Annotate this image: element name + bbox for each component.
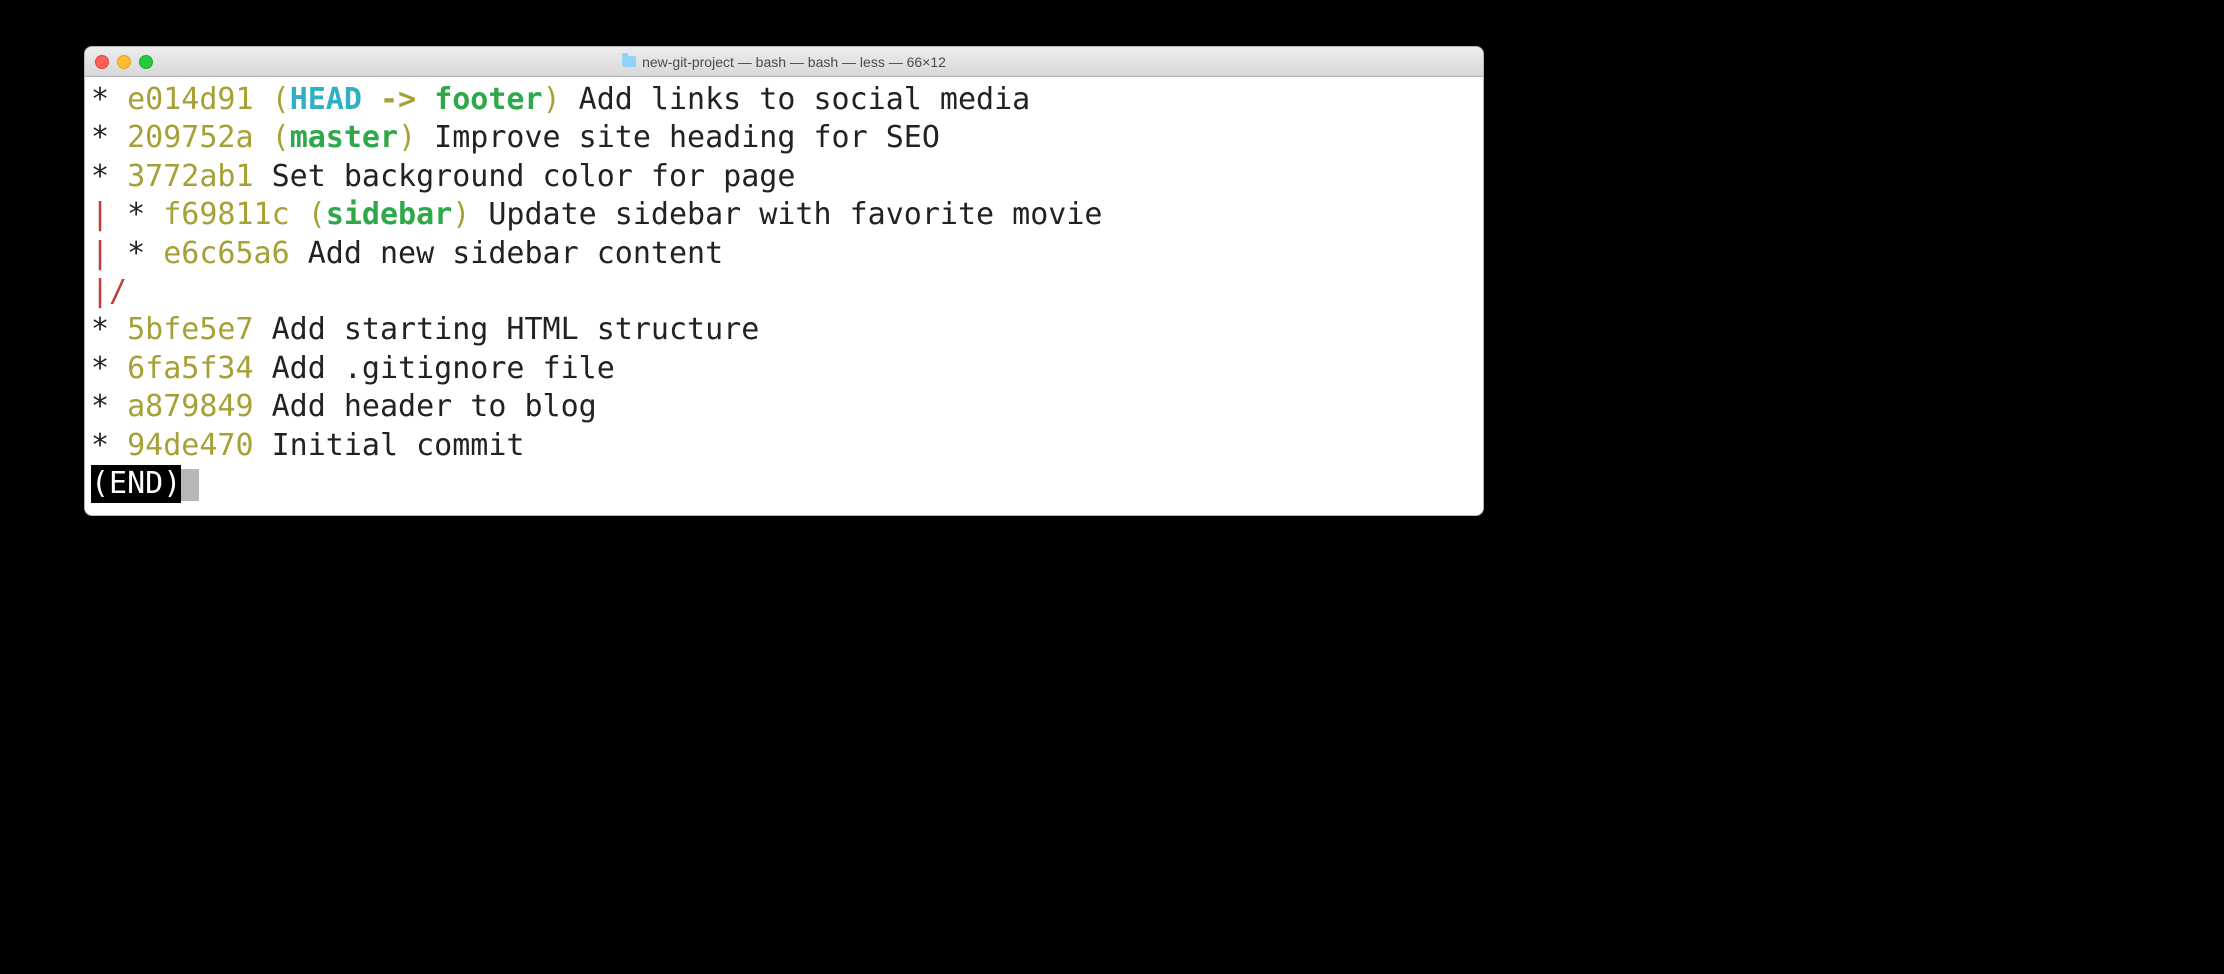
- log-line: * 94de470 Initial commit: [91, 427, 1477, 465]
- commit-message: Initial commit: [254, 428, 525, 463]
- window-controls: [95, 55, 153, 69]
- commit-hash: 5bfe5e7: [127, 312, 253, 347]
- log-line: | * f69811c (sidebar) Update sidebar wit…: [91, 196, 1477, 234]
- cursor: [181, 469, 199, 501]
- commit-message: Add .gitignore file: [254, 351, 615, 386]
- head-ref: HEAD: [290, 82, 362, 117]
- log-line: |/: [91, 273, 1477, 311]
- commit-hash: a879849: [127, 389, 253, 424]
- commit-hash: 94de470: [127, 428, 253, 463]
- log-line: * a879849 Add header to blog: [91, 388, 1477, 426]
- commit-message: Add links to social media: [561, 82, 1031, 117]
- arrow-icon: ->: [362, 82, 434, 117]
- commit-message: Add header to blog: [254, 389, 597, 424]
- refs-open: (: [254, 82, 290, 117]
- graph-mark: *: [91, 159, 127, 194]
- graph-mark: *: [91, 389, 127, 424]
- commit-message: Add new sidebar content: [290, 236, 723, 271]
- commit-message: Update sidebar with favorite movie: [470, 197, 1102, 232]
- refs-close: ): [452, 197, 470, 232]
- pager-end-marker: (END): [91, 465, 181, 503]
- log-line: * 5bfe5e7 Add starting HTML structure: [91, 311, 1477, 349]
- graph-branch-line: |: [91, 197, 109, 232]
- graph-mark: *: [109, 236, 163, 271]
- log-line: * 6fa5f34 Add .gitignore file: [91, 350, 1477, 388]
- window-title: new-git-project — bash — bash — less — 6…: [85, 54, 1483, 70]
- graph-mark: *: [91, 351, 127, 386]
- refs-close: ): [543, 82, 561, 117]
- terminal-window: new-git-project — bash — bash — less — 6…: [84, 46, 1484, 516]
- graph-branch-line: |: [91, 236, 109, 271]
- commit-message: Improve site heading for SEO: [416, 120, 940, 155]
- pager-status-line: (END): [91, 465, 1477, 503]
- commit-hash: 6fa5f34: [127, 351, 253, 386]
- commit-hash: e6c65a6: [163, 236, 289, 271]
- graph-mark: *: [91, 428, 127, 463]
- log-line: * e014d91 (HEAD -> footer) Add links to …: [91, 81, 1477, 119]
- commit-hash: 209752a: [127, 120, 253, 155]
- log-line: * 3772ab1 Set background color for page: [91, 158, 1477, 196]
- graph-mark: *: [91, 120, 127, 155]
- graph-merge-line: |/: [91, 274, 127, 309]
- commit-hash: f69811c: [163, 197, 289, 232]
- commit-message: Set background color for page: [254, 159, 796, 194]
- graph-mark: *: [91, 312, 127, 347]
- maximize-button[interactable]: [139, 55, 153, 69]
- commit-hash: e014d91: [127, 82, 253, 117]
- refs-close: ): [398, 120, 416, 155]
- graph-mark: *: [91, 82, 127, 117]
- terminal-output[interactable]: * e014d91 (HEAD -> footer) Add links to …: [85, 77, 1483, 515]
- close-button[interactable]: [95, 55, 109, 69]
- log-line: | * e6c65a6 Add new sidebar content: [91, 235, 1477, 273]
- branch-ref: master: [290, 120, 398, 155]
- minimize-button[interactable]: [117, 55, 131, 69]
- window-title-text: new-git-project — bash — bash — less — 6…: [642, 54, 946, 70]
- refs-open: (: [254, 120, 290, 155]
- commit-message: Add starting HTML structure: [254, 312, 760, 347]
- folder-icon: [622, 56, 636, 67]
- titlebar[interactable]: new-git-project — bash — bash — less — 6…: [85, 47, 1483, 77]
- log-line: * 209752a (master) Improve site heading …: [91, 119, 1477, 157]
- commit-hash: 3772ab1: [127, 159, 253, 194]
- graph-mark: *: [109, 197, 163, 232]
- refs-open: (: [290, 197, 326, 232]
- branch-ref: sidebar: [326, 197, 452, 232]
- branch-ref: footer: [434, 82, 542, 117]
